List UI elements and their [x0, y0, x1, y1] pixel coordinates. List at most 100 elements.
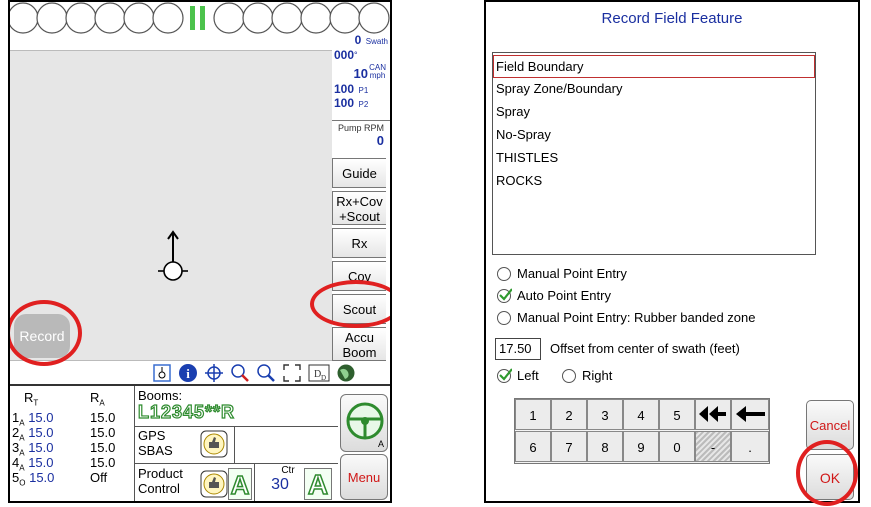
rt-header-sub: T: [33, 398, 39, 408]
rate-row: 2A 15.0 15.0: [12, 425, 132, 443]
globe-icon[interactable]: [336, 363, 356, 383]
thumbs-up-icon: [200, 430, 228, 458]
left-radio[interactable]: [497, 368, 512, 383]
key-5[interactable]: 5: [659, 399, 695, 430]
rate-table: RT RA 1A 15.0 15.0 2A 15.0 15.0 3A 15.0 15.…: [10, 388, 134, 501]
auto-point-label: Auto Point Entry: [517, 288, 611, 303]
divider: [234, 426, 235, 464]
key-9[interactable]: 9: [623, 431, 659, 462]
double-arrow-left-icon: [699, 406, 726, 422]
swath-unit: Swath: [365, 37, 388, 46]
key-2[interactable]: 2: [551, 399, 587, 430]
day-night-icon[interactable]: DD: [308, 363, 330, 383]
swath-value: 0: [354, 33, 362, 47]
scout-label: +Scout: [339, 209, 380, 224]
actual-rate: 15.0: [90, 410, 116, 425]
target-rate: 15.0: [28, 455, 54, 470]
heading-unit: °: [354, 50, 358, 60]
key-4[interactable]: 4: [623, 399, 659, 430]
thumbs-up-icon: [200, 470, 228, 498]
ctr-value: 30: [271, 476, 289, 493]
rt-header: R: [24, 390, 34, 405]
booms-value: L12345**R: [137, 402, 236, 422]
highlight-circle: [796, 440, 858, 506]
section-sub: O: [19, 478, 26, 488]
auto-steer-button[interactable]: A: [340, 394, 388, 452]
highlight-circle: [10, 300, 82, 366]
manual-point-label: Manual Point Entry: [517, 266, 627, 281]
key-8[interactable]: 8: [587, 431, 623, 462]
ra-header: R: [90, 390, 100, 405]
feature-item[interactable]: Spray Zone/Boundary: [496, 81, 622, 96]
panel-divider: [10, 384, 390, 386]
zoom-in-icon[interactable]: [230, 363, 250, 383]
speed-unit-mph: mph: [369, 71, 386, 80]
p1-unit: P1: [358, 86, 369, 95]
backspace-key[interactable]: [731, 399, 769, 430]
target-rate: 15.0: [28, 440, 54, 455]
feature-item[interactable]: Spray: [496, 104, 530, 119]
offset-input[interactable]: 17.50: [495, 338, 541, 360]
feature-item[interactable]: THISTLES: [496, 150, 558, 165]
key-1[interactable]: 1: [515, 399, 551, 430]
key-7[interactable]: 7: [551, 431, 587, 462]
accu-boom-button[interactable]: Accu Boom: [332, 327, 386, 361]
target-rate: 15.0: [28, 410, 54, 425]
divider: [134, 426, 338, 427]
rate-row: 3A 15.0 15.0: [12, 440, 132, 458]
feature-item[interactable]: Field Boundary: [493, 55, 815, 78]
coverage-toggle-icon[interactable]: [152, 363, 172, 383]
center-section: Ctr 30: [258, 465, 302, 501]
p2-value: 100: [334, 96, 355, 110]
arrow-left-icon: [736, 406, 765, 422]
divider: [134, 386, 135, 501]
p1-value: 100: [334, 82, 355, 96]
boom-section-indicators: [10, 2, 390, 34]
key-6[interactable]: 6: [515, 431, 551, 462]
feature-list[interactable]: Field Boundary Spray Zone/Boundary Spray…: [492, 52, 816, 255]
key-0[interactable]: 0: [659, 431, 695, 462]
rubber-banded-label: Manual Point Entry: Rubber banded zone: [517, 310, 756, 325]
rubber-banded-radio[interactable]: [497, 311, 511, 325]
key-3[interactable]: 3: [587, 399, 623, 430]
heading-value: 000: [334, 48, 355, 62]
p2-unit: P2: [358, 100, 369, 109]
svg-text:i: i: [186, 366, 190, 381]
actual-rate: 15.0: [90, 440, 116, 455]
key-dot[interactable]: .: [731, 431, 769, 462]
menu-button[interactable]: Menu: [340, 454, 388, 500]
feature-item[interactable]: ROCKS: [496, 173, 542, 188]
divider: [134, 463, 338, 464]
auto-point-radio[interactable]: [497, 288, 512, 303]
rx-button[interactable]: Rx: [332, 228, 386, 258]
guidance-screen: Record 0 Swath 000° 10 CAN mph 100 P1 100…: [8, 0, 392, 503]
info-icon[interactable]: i: [178, 363, 198, 383]
booms-status: Booms: L12345**R: [137, 388, 336, 426]
dialog-title: Record Field Feature: [601, 10, 743, 27]
rx-cov-scout-button[interactable]: Rx+Cov +Scout: [332, 191, 386, 225]
auto-mode-indicator[interactable]: A: [304, 468, 332, 501]
feature-item[interactable]: No-Spray: [496, 127, 551, 142]
zoom-out-icon[interactable]: [256, 363, 276, 383]
right-radio[interactable]: [562, 369, 576, 383]
extents-icon[interactable]: [282, 363, 302, 383]
key-minus[interactable]: -: [695, 431, 731, 462]
map-toolbar: i DD: [148, 362, 390, 384]
actual-rate: 15.0: [90, 425, 116, 440]
actual-rate: Off: [90, 470, 108, 485]
ra-header-sub: A: [99, 398, 105, 408]
steer-mode-sub: A: [377, 439, 384, 449]
steering-wheel-icon: [346, 402, 384, 440]
crosshair-icon[interactable]: [204, 363, 224, 383]
check-icon: [499, 368, 512, 381]
speed-value: 10: [353, 66, 368, 81]
right-label: Right: [582, 368, 613, 383]
product-label: Product: [138, 466, 183, 481]
readouts: 0 Swath 000° 10 CAN mph 100 P1 100 P2: [332, 32, 390, 120]
guide-button[interactable]: Guide: [332, 158, 386, 188]
clear-all-key[interactable]: [695, 399, 731, 430]
auto-mode-indicator[interactable]: A: [228, 468, 252, 501]
vehicle-icon: [158, 230, 188, 281]
record-field-feature-dialog: Record Field Feature Field Boundary Spra…: [484, 0, 860, 503]
manual-point-radio[interactable]: [497, 267, 511, 281]
